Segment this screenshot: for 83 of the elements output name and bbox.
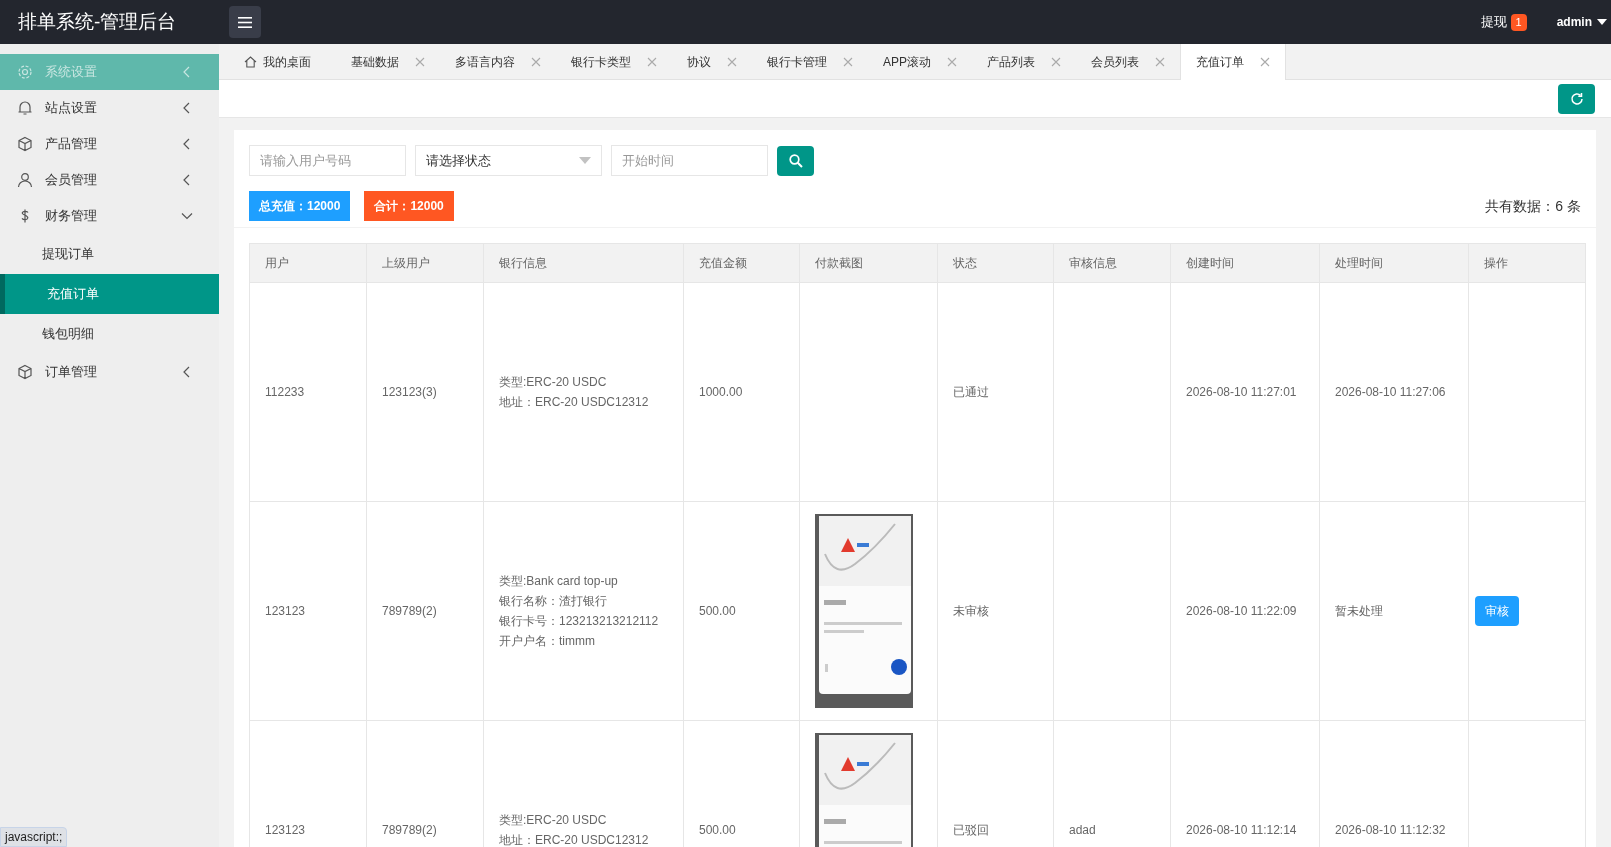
search-icon bbox=[788, 153, 803, 168]
user-menu[interactable]: admin bbox=[1556, 13, 1607, 31]
bank-info-line: 银行卡号：123213213212112 bbox=[499, 613, 660, 630]
tab[interactable]: 协议 bbox=[672, 44, 752, 80]
column-header: 用户 bbox=[249, 243, 367, 283]
submenu-item[interactable]: 提现订单 bbox=[0, 234, 219, 274]
table-cell: 112233 bbox=[249, 282, 367, 502]
table-cell: 2026-08-10 11:27:06 bbox=[1319, 282, 1469, 502]
column-header: 付款截图 bbox=[799, 243, 938, 283]
tab[interactable]: 基础数据 bbox=[336, 44, 440, 80]
sidebar-item[interactable]: 财务管理 bbox=[0, 198, 219, 234]
table-cell: 789789(2) bbox=[366, 501, 484, 721]
bank-info-line: 类型:ERC-20 USDC bbox=[499, 812, 608, 829]
table-cell: 2026-08-10 11:27:01 bbox=[1170, 282, 1320, 502]
close-icon bbox=[727, 57, 737, 67]
tab[interactable]: 充值订单 bbox=[1180, 44, 1286, 80]
user-icon bbox=[17, 172, 33, 188]
tab[interactable]: APP滚动 bbox=[868, 44, 972, 80]
table-cell: 123123 bbox=[249, 720, 367, 847]
table-cell: 1000.00 bbox=[683, 282, 800, 502]
bank-info-line: 类型:ERC-20 USDC bbox=[499, 374, 608, 391]
table-cell: 暂未处理 bbox=[1319, 501, 1469, 721]
cube-icon bbox=[17, 364, 33, 380]
bank-info-line: 开户户名：timmm bbox=[499, 633, 596, 650]
close-icon bbox=[1155, 57, 1165, 67]
count-badge: 1 bbox=[1510, 13, 1527, 31]
sidebar-item[interactable]: 产品管理 bbox=[0, 126, 219, 162]
refresh-icon bbox=[1569, 91, 1584, 106]
bank-info-line: 银行名称：渣打银行 bbox=[499, 593, 608, 610]
tab[interactable]: 会员列表 bbox=[1076, 44, 1180, 80]
sidebar-item[interactable]: 站点设置 bbox=[0, 90, 219, 126]
column-header: 上级用户 bbox=[366, 243, 484, 283]
bank-info-line: 地址：ERC-20 USDC12312 bbox=[499, 394, 650, 411]
cube-icon bbox=[17, 136, 33, 152]
column-header: 审核信息 bbox=[1053, 243, 1171, 283]
tab[interactable]: 产品列表 bbox=[972, 44, 1076, 80]
sidebar-item[interactable]: 会员管理 bbox=[0, 162, 219, 198]
withdraw-link[interactable]: 提现 1 bbox=[1480, 12, 1527, 32]
column-header: 处理时间 bbox=[1319, 243, 1469, 283]
bank-info-line: 类型:Bank card top-up bbox=[499, 573, 619, 590]
column-header: 银行信息 bbox=[483, 243, 684, 283]
submenu-item[interactable]: 充值订单 bbox=[0, 274, 219, 314]
tab[interactable]: 银行卡管理 bbox=[752, 44, 868, 80]
column-header: 创建时间 bbox=[1170, 243, 1320, 283]
column-header: 状态 bbox=[937, 243, 1054, 283]
tab[interactable]: 我的桌面 bbox=[229, 44, 336, 80]
close-icon bbox=[415, 57, 425, 67]
close-icon bbox=[947, 57, 957, 67]
link-status-tooltip: javascript:; bbox=[0, 827, 68, 847]
submenu-item[interactable]: 钱包明细 bbox=[0, 314, 219, 354]
start-time-field[interactable]: 开始时间 bbox=[611, 145, 768, 176]
close-icon bbox=[531, 57, 541, 67]
table-cell: 2026-08-10 11:22:09 bbox=[1170, 501, 1320, 721]
table-cell: 已通过 bbox=[937, 282, 1054, 502]
total-recharge-badge: 总充值：12000 bbox=[249, 191, 351, 221]
dropdown-caret-icon bbox=[579, 157, 591, 164]
table-cell: 500.00 bbox=[683, 501, 800, 721]
app-title: 排单系统-管理后台 bbox=[17, 9, 178, 34]
menu-button[interactable] bbox=[229, 6, 261, 38]
user-number-field[interactable]: 请输入用户号码 bbox=[249, 145, 406, 176]
close-icon bbox=[647, 57, 657, 67]
close-icon bbox=[1051, 57, 1061, 67]
table-cell: 未审核 bbox=[937, 501, 1054, 721]
sidebar-item[interactable]: 订单管理 bbox=[0, 354, 219, 390]
tab[interactable]: 多语言内容 bbox=[440, 44, 556, 80]
column-header: 充值金额 bbox=[683, 243, 800, 283]
table-cell: 123123 bbox=[249, 501, 367, 721]
close-icon bbox=[843, 57, 853, 67]
status-select[interactable]: 请选择状态 bbox=[415, 145, 602, 176]
gear-icon bbox=[17, 64, 33, 80]
menu-icon bbox=[238, 16, 252, 28]
tab[interactable]: 银行卡类型 bbox=[556, 44, 672, 80]
bank-info-line: 地址：ERC-20 USDC12312 bbox=[499, 832, 650, 847]
record-count: 共有数据：6 条 bbox=[1485, 196, 1581, 216]
refresh-button[interactable] bbox=[1558, 83, 1595, 114]
caret-icon bbox=[1597, 19, 1607, 25]
bell-icon bbox=[17, 100, 33, 116]
home-icon bbox=[244, 56, 257, 68]
column-header: 操作 bbox=[1468, 243, 1586, 283]
sum-badge: 合计：12000 bbox=[364, 191, 454, 221]
table-cell: 123123(3) bbox=[366, 282, 484, 502]
search-button[interactable] bbox=[777, 145, 814, 176]
close-icon bbox=[1260, 57, 1270, 67]
